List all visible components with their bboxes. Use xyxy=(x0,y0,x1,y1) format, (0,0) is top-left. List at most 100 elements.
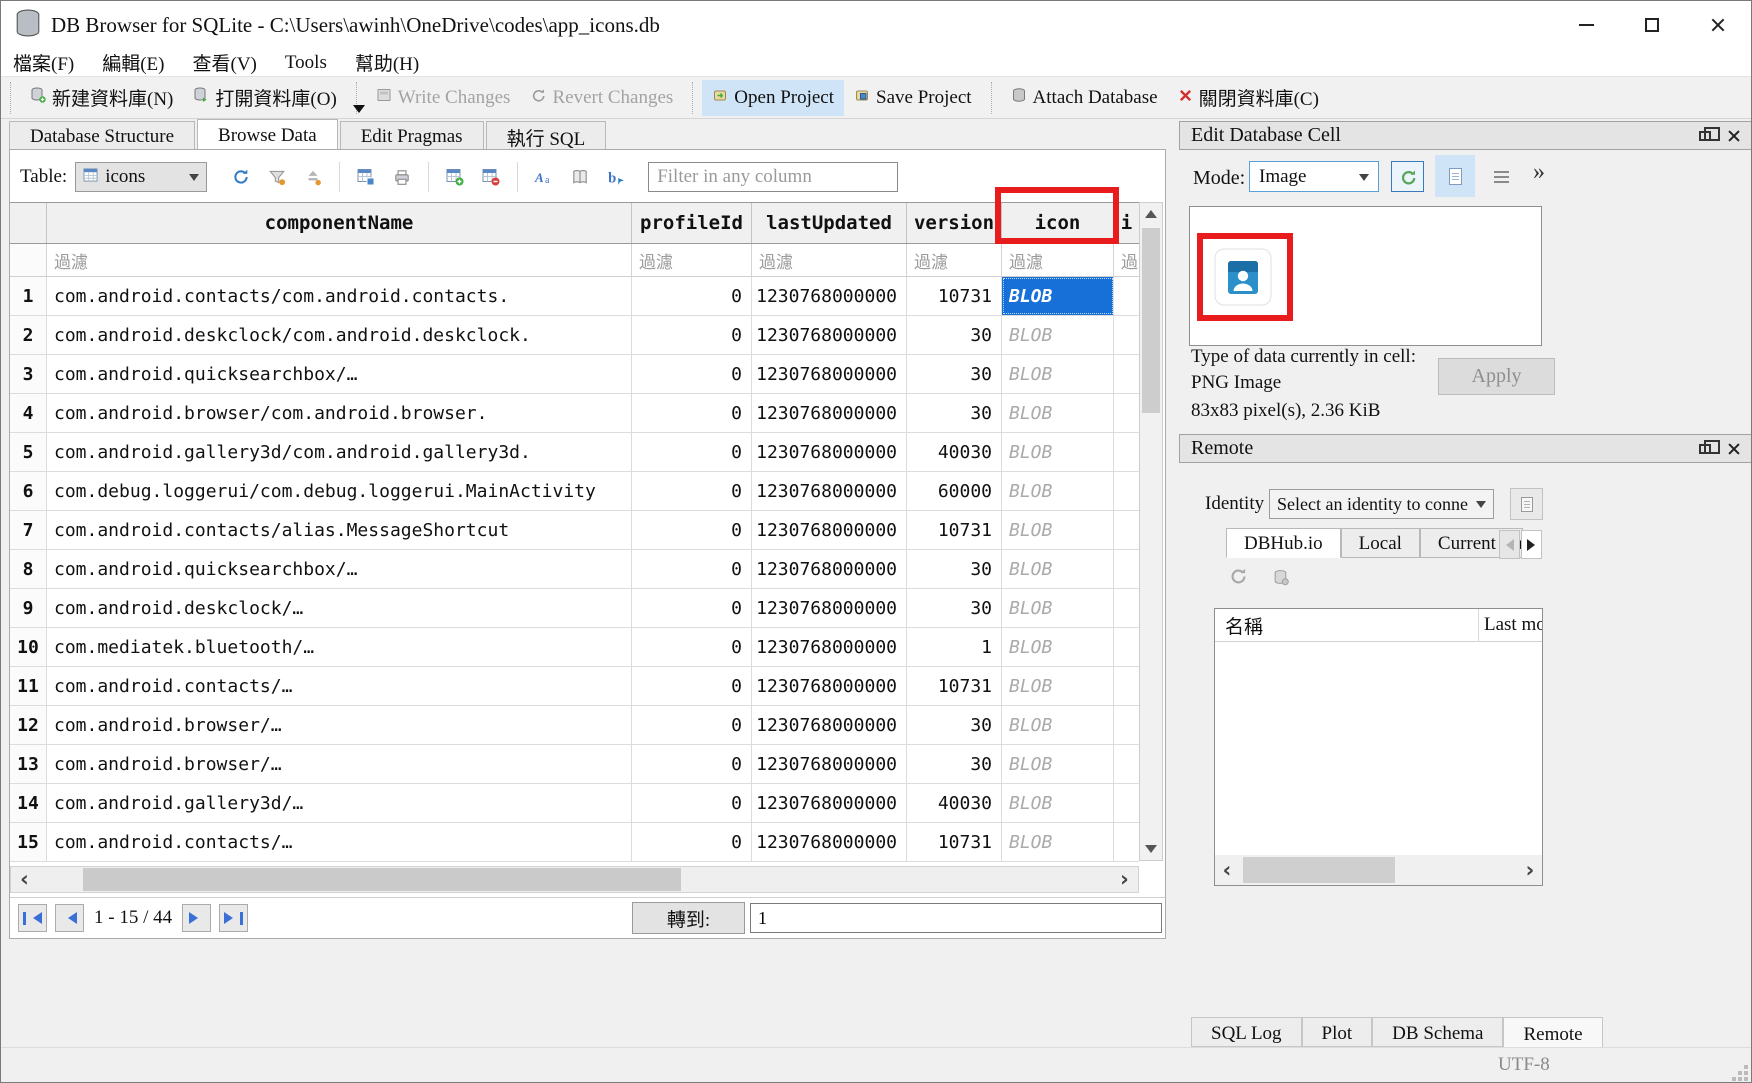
cell-componentName[interactable]: com.android.deskclock/com.android.deskcl… xyxy=(47,316,632,354)
cell-profileId[interactable]: 0 xyxy=(632,823,752,861)
write-changes-button[interactable]: Write Changes xyxy=(366,80,521,116)
cell-componentName[interactable]: com.android.browser/com.android.browser. xyxy=(47,394,632,432)
cell-lastUpdated[interactable]: 1230768000000 xyxy=(752,316,907,354)
close-panel-icon[interactable] xyxy=(1727,442,1741,456)
grid-horizontal-scrollbar[interactable]: ‹ › xyxy=(10,866,1139,893)
cell-lastUpdated[interactable]: 1230768000000 xyxy=(752,277,907,315)
tab-edit-pragmas[interactable]: Edit Pragmas xyxy=(340,121,484,149)
scroll-down-button[interactable] xyxy=(1140,838,1162,860)
clear-filters-button[interactable] xyxy=(259,161,295,193)
cell-icon-blob[interactable]: BLOB xyxy=(1002,433,1114,471)
cell-partial[interactable] xyxy=(1114,277,1139,315)
revert-changes-button[interactable]: Revert Changes xyxy=(520,80,683,116)
tab-execute-sql[interactable]: 執行 SQL xyxy=(486,121,607,149)
encoding-selector[interactable]: UTF-8 xyxy=(1498,1054,1550,1076)
cell-icon-blob[interactable]: BLOB xyxy=(1002,745,1114,783)
cell-profileId[interactable]: 0 xyxy=(632,355,752,393)
cell-version[interactable]: 30 xyxy=(907,394,1002,432)
cell-icon-blob[interactable]: BLOB xyxy=(1002,628,1114,666)
cell-lastUpdated[interactable]: 1230768000000 xyxy=(752,589,907,627)
cell-partial[interactable] xyxy=(1114,706,1139,744)
maximize-button[interactable] xyxy=(1619,1,1685,49)
cell-profileId[interactable]: 0 xyxy=(632,745,752,783)
cell-partial[interactable] xyxy=(1114,433,1139,471)
filter-any-column-input[interactable] xyxy=(648,162,898,192)
cell-componentName[interactable]: com.android.deskclock/… xyxy=(47,589,632,627)
float-panel-icon[interactable] xyxy=(1699,131,1711,141)
dock-tab-remote[interactable]: Remote xyxy=(1503,1017,1602,1049)
cell-lastUpdated[interactable]: 1230768000000 xyxy=(752,511,907,549)
cell-partial[interactable] xyxy=(1114,394,1139,432)
scroll-left-button[interactable]: ‹ xyxy=(1215,855,1239,885)
word-wrap-button[interactable] xyxy=(1487,166,1515,188)
cell-lastUpdated[interactable]: 1230768000000 xyxy=(752,472,907,510)
remote-refresh-button[interactable] xyxy=(1229,567,1248,591)
cell-icon-blob[interactable]: BLOB xyxy=(1002,589,1114,627)
cell-version[interactable]: 10731 xyxy=(907,277,1002,315)
cell-version[interactable]: 10731 xyxy=(907,667,1002,705)
font-settings-button[interactable]: Aa xyxy=(526,161,562,193)
column-header-partial[interactable]: i xyxy=(1114,203,1139,243)
cell-componentName[interactable]: com.android.contacts/com.android.contact… xyxy=(47,277,632,315)
scroll-up-button[interactable] xyxy=(1140,203,1162,225)
menu-help[interactable]: 幫助(H) xyxy=(355,49,419,76)
remote-tab-local[interactable]: Local xyxy=(1341,528,1420,558)
text-view-button[interactable] xyxy=(1435,155,1475,197)
horizontal-scroll-thumb[interactable] xyxy=(83,868,681,891)
cell-profileId[interactable]: 0 xyxy=(632,706,752,744)
scroll-right-button[interactable]: › xyxy=(1111,867,1138,892)
cell-version[interactable]: 30 xyxy=(907,706,1002,744)
cell-profileId[interactable]: 0 xyxy=(632,316,752,354)
tab-browse-data[interactable]: Browse Data xyxy=(197,119,338,149)
import-certificate-button[interactable] xyxy=(1510,488,1543,520)
remote-clone-database-button[interactable] xyxy=(1272,568,1289,591)
cell-profileId[interactable]: 0 xyxy=(632,394,752,432)
column-header-lastUpdated[interactable]: lastUpdated xyxy=(752,203,907,243)
dock-tab-db-schema[interactable]: DB Schema xyxy=(1372,1017,1503,1047)
cell-icon-blob[interactable]: BLOB xyxy=(1002,472,1114,510)
column-header-componentName[interactable]: componentName xyxy=(47,203,632,243)
toolbar-overflow-button[interactable]: » xyxy=(1533,159,1545,186)
cell-componentName[interactable]: com.android.browser/… xyxy=(47,745,632,783)
remote-list-column-last-modified[interactable]: Last mo xyxy=(1479,609,1542,641)
filter-lastUpdated[interactable]: 過濾 xyxy=(752,244,907,276)
column-header-profileId[interactable]: profileId xyxy=(632,203,752,243)
remote-list-column-name[interactable]: 名稱 xyxy=(1215,609,1479,641)
tab-scroll-right-button[interactable] xyxy=(1521,530,1542,559)
cell-lastUpdated[interactable]: 1230768000000 xyxy=(752,823,907,861)
cell-icon-blob[interactable]: BLOB xyxy=(1002,823,1114,861)
cell-partial[interactable] xyxy=(1114,628,1139,666)
cell-lastUpdated[interactable]: 1230768000000 xyxy=(752,550,907,588)
cell-profileId[interactable]: 0 xyxy=(632,433,752,471)
cell-partial[interactable] xyxy=(1114,784,1139,822)
filter-icon-column[interactable]: 過濾 xyxy=(1002,244,1114,276)
filter-profileId[interactable]: 過濾 xyxy=(632,244,752,276)
cell-icon-blob[interactable]: BLOB xyxy=(1002,277,1114,315)
cell-profileId[interactable]: 0 xyxy=(632,472,752,510)
cell-version[interactable]: 40030 xyxy=(907,433,1002,471)
table-select[interactable]: icons xyxy=(75,162,207,192)
cell-icon-blob[interactable]: BLOB xyxy=(1002,394,1114,432)
cell-icon-blob[interactable]: BLOB xyxy=(1002,667,1114,705)
cell-version[interactable]: 10731 xyxy=(907,511,1002,549)
import-data-button[interactable] xyxy=(1391,161,1424,192)
dock-tab-plot[interactable]: Plot xyxy=(1302,1017,1373,1047)
cell-partial[interactable] xyxy=(1114,745,1139,783)
cell-profileId[interactable]: 0 xyxy=(632,589,752,627)
filter-componentName[interactable]: 過濾 xyxy=(47,244,632,276)
apply-button[interactable]: Apply xyxy=(1438,358,1555,395)
tab-database-structure[interactable]: Database Structure xyxy=(9,121,195,149)
close-database-button[interactable]: 關閉資料庫(C) xyxy=(1168,77,1329,118)
cell-lastUpdated[interactable]: 1230768000000 xyxy=(752,706,907,744)
cell-partial[interactable] xyxy=(1114,472,1139,510)
dictionary-button[interactable] xyxy=(562,161,598,193)
attach-database-button[interactable]: Attach Database xyxy=(1001,80,1168,116)
cell-componentName[interactable]: com.android.contacts/alias.MessageShortc… xyxy=(47,511,632,549)
menu-tools[interactable]: Tools xyxy=(285,52,327,74)
cell-partial[interactable] xyxy=(1114,823,1139,861)
cell-lastUpdated[interactable]: 1230768000000 xyxy=(752,784,907,822)
cell-componentName[interactable]: com.android.contacts/… xyxy=(47,823,632,861)
mode-select[interactable]: Image xyxy=(1249,161,1379,192)
cell-lastUpdated[interactable]: 1230768000000 xyxy=(752,745,907,783)
cell-partial[interactable] xyxy=(1114,511,1139,549)
